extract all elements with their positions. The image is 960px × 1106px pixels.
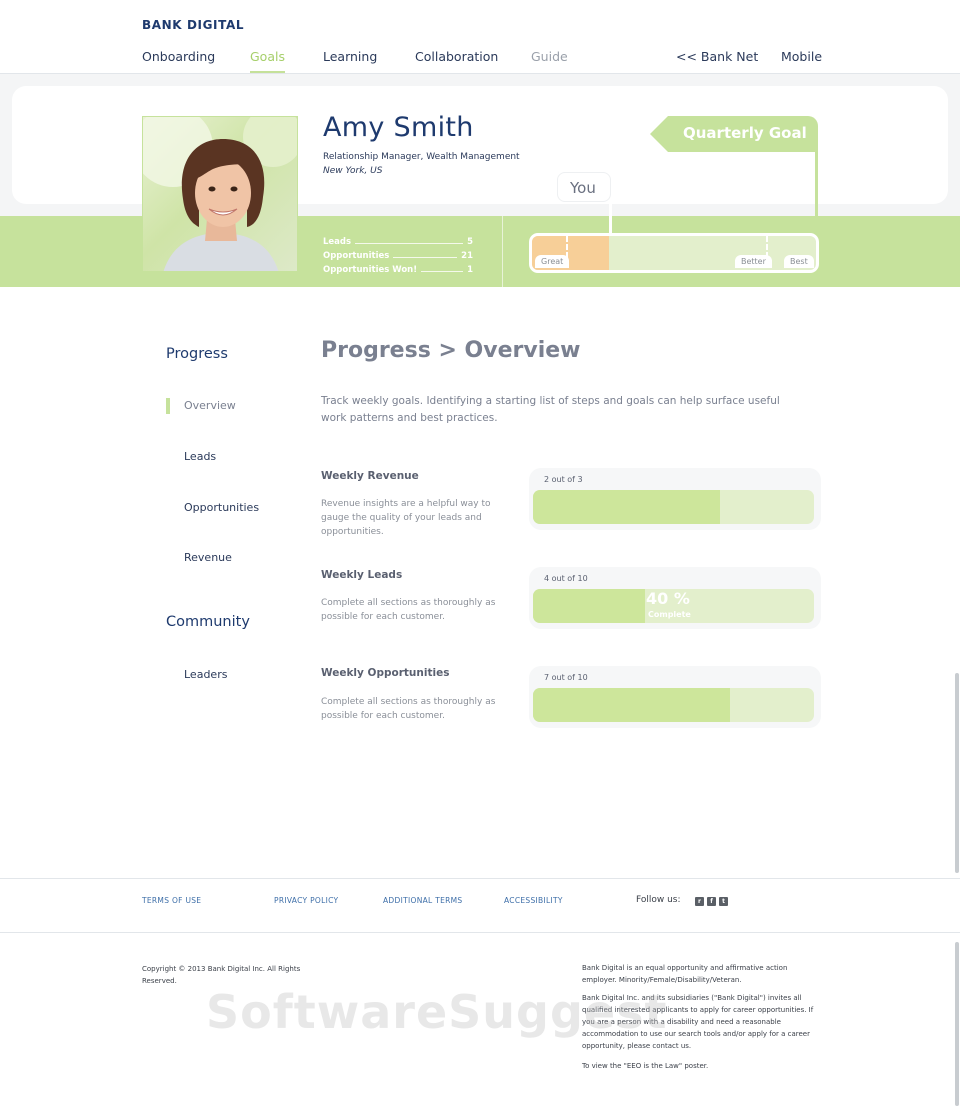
profile-photo (142, 116, 298, 272)
copyright-text: Copyright © 2013 Bank Digital Inc. All R… (142, 965, 301, 985)
footer-link-privacy[interactable]: PRIVACY POLICY (274, 896, 338, 905)
goal-description-revenue: Revenue insights are a helpful way to ga… (321, 499, 491, 537)
nav-guide[interactable]: Guide (531, 49, 568, 64)
stat-label: Leads (323, 237, 352, 247)
stat-value: 5 (467, 237, 473, 247)
progress-track (533, 490, 814, 524)
sidebar-item-revenue[interactable]: Revenue (184, 551, 232, 564)
goal-progress-revenue: 2 out of 3 (529, 468, 821, 530)
profile-role: Relationship Manager, Wealth Management (323, 152, 520, 162)
profile-location: New York, US (323, 166, 383, 176)
progress-track (533, 688, 814, 722)
quarterly-goal-meter: Great Better Best (529, 233, 819, 273)
you-marker-pole (609, 200, 612, 235)
stat-leader-line (393, 257, 458, 258)
legal-eeo-poster-link[interactable]: To view the "EEO is the Law" poster. (582, 1060, 822, 1072)
footer-link-additional-terms[interactable]: ADDITIONAL TERMS (383, 896, 462, 905)
band-divider (502, 216, 503, 287)
goal-description-opportunities: Complete all sections as thoroughly as p… (321, 697, 496, 721)
stat-value: 1 (467, 265, 473, 275)
goal-percent-sub: Complete (648, 610, 691, 619)
nav-onboarding[interactable]: Onboarding (142, 49, 215, 64)
you-label: You (570, 179, 596, 197)
rss-icon[interactable]: r (695, 897, 704, 906)
goal-flag-pole (815, 150, 818, 235)
quarterly-goal-flag: Quarterly Goal (650, 116, 818, 152)
goal-count: 7 out of 10 (544, 673, 588, 682)
legal-eeo: Bank Digital is an equal opportunity and… (582, 964, 788, 984)
profile-stats: Leads 5 Opportunities 21 Opportunities W… (323, 233, 473, 275)
stat-opportunities: Opportunities 21 (323, 247, 473, 261)
goal-progress-leads: 4 out of 10 40 % Complete (529, 567, 821, 629)
page-description: Track weekly goals. Identifying a starti… (321, 395, 780, 424)
sidebar-item-leads[interactable]: Leads (184, 450, 216, 463)
sidebar-active-marker (166, 398, 170, 414)
meter-label-better: Better (735, 255, 772, 268)
goal-count: 4 out of 10 (544, 574, 588, 583)
twitter-icon[interactable]: t (719, 897, 728, 906)
page-title: Progress > Overview (321, 338, 581, 363)
sidebar-heading-community: Community (166, 614, 250, 630)
content-scrollbar[interactable] (955, 673, 959, 873)
goal-title-leads: Weekly Leads (321, 569, 403, 581)
goal-title-opportunities: Weekly Opportunities (321, 667, 450, 679)
you-marker: You (557, 172, 611, 202)
facebook-icon[interactable]: f (707, 897, 716, 906)
sidebar-heading-progress: Progress (166, 346, 228, 362)
sidebar-item-overview[interactable]: Overview (184, 399, 236, 412)
sidebar-item-opportunities[interactable]: Opportunities (184, 501, 259, 514)
goal-percent: 40 % (646, 589, 690, 608)
footer-divider-bottom (0, 932, 960, 933)
main-nav: Onboarding Goals Learning Collaboration … (0, 46, 960, 74)
progress-fill (533, 490, 721, 524)
legal-accommodation: Bank Digital Inc. and its subsidiaries (… (582, 994, 814, 1050)
progress-fill (533, 589, 646, 623)
stat-leader-line (355, 243, 464, 244)
footer-link-accessibility[interactable]: ACCESSIBILITY (504, 896, 563, 905)
profile-name: Amy Smith (323, 112, 474, 143)
stat-leads: Leads 5 (323, 233, 473, 247)
goal-count: 2 out of 3 (544, 475, 583, 484)
meter-tick-great (566, 236, 568, 258)
meter-label-great: Great (535, 255, 570, 268)
goal-title-revenue: Weekly Revenue (321, 470, 419, 482)
progress-fill (533, 688, 730, 722)
stat-opportunities-won: Opportunities Won! 1 (323, 261, 473, 275)
stat-value: 21 (461, 251, 473, 261)
goal-description-leads: Complete all sections as thoroughly as p… (321, 598, 496, 622)
meter-label-best: Best (784, 255, 814, 268)
brand-logo[interactable]: BANK DIGITAL (142, 18, 244, 32)
nav-goals[interactable]: Goals (250, 49, 285, 73)
nav-bank-net[interactable]: << Bank Net (676, 49, 758, 64)
footer-scrollbar[interactable] (955, 942, 959, 1106)
goal-progress-opportunities: 7 out of 10 (529, 666, 821, 728)
stat-label: Opportunities Won! (323, 265, 418, 275)
nav-learning[interactable]: Learning (323, 49, 377, 64)
nav-collaboration[interactable]: Collaboration (415, 49, 498, 64)
sidebar-item-leaders[interactable]: Leaders (184, 668, 227, 681)
follow-us-label: Follow us: (636, 895, 681, 905)
footer-divider-top (0, 878, 960, 879)
stat-leader-line (421, 271, 464, 272)
quarterly-goal-label: Quarterly Goal (683, 124, 807, 142)
nav-mobile[interactable]: Mobile (781, 49, 822, 64)
footer-link-terms[interactable]: TERMS OF USE (142, 896, 201, 905)
stat-label: Opportunities (323, 251, 390, 261)
